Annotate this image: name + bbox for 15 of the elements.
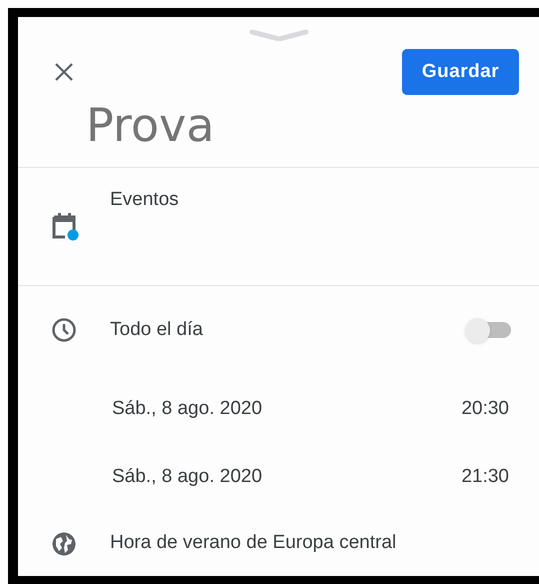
title-field[interactable]: Prova bbox=[86, 97, 386, 153]
timezone-label[interactable]: Hora de verano de Europa central bbox=[110, 529, 396, 558]
save-button[interactable]: Guardar bbox=[402, 49, 519, 95]
all-day-label: Todo el día bbox=[110, 318, 204, 342]
clock-icon bbox=[51, 317, 77, 344]
drag-handle-icon[interactable] bbox=[248, 29, 308, 41]
calendar-icon bbox=[51, 211, 79, 241]
date-field[interactable]: Sáb., 8 ago. 2020 bbox=[112, 463, 462, 492]
time-field[interactable]: 21:30 bbox=[461, 463, 509, 492]
date-field[interactable]: Sáb., 8 ago. 2020 bbox=[112, 394, 462, 424]
time-field[interactable]: 20:30 bbox=[461, 394, 509, 424]
all-day-switch[interactable] bbox=[465, 318, 511, 342]
calendar-name[interactable]: Eventos bbox=[110, 186, 179, 286]
globe-icon bbox=[51, 530, 77, 557]
close-icon[interactable] bbox=[54, 62, 74, 82]
